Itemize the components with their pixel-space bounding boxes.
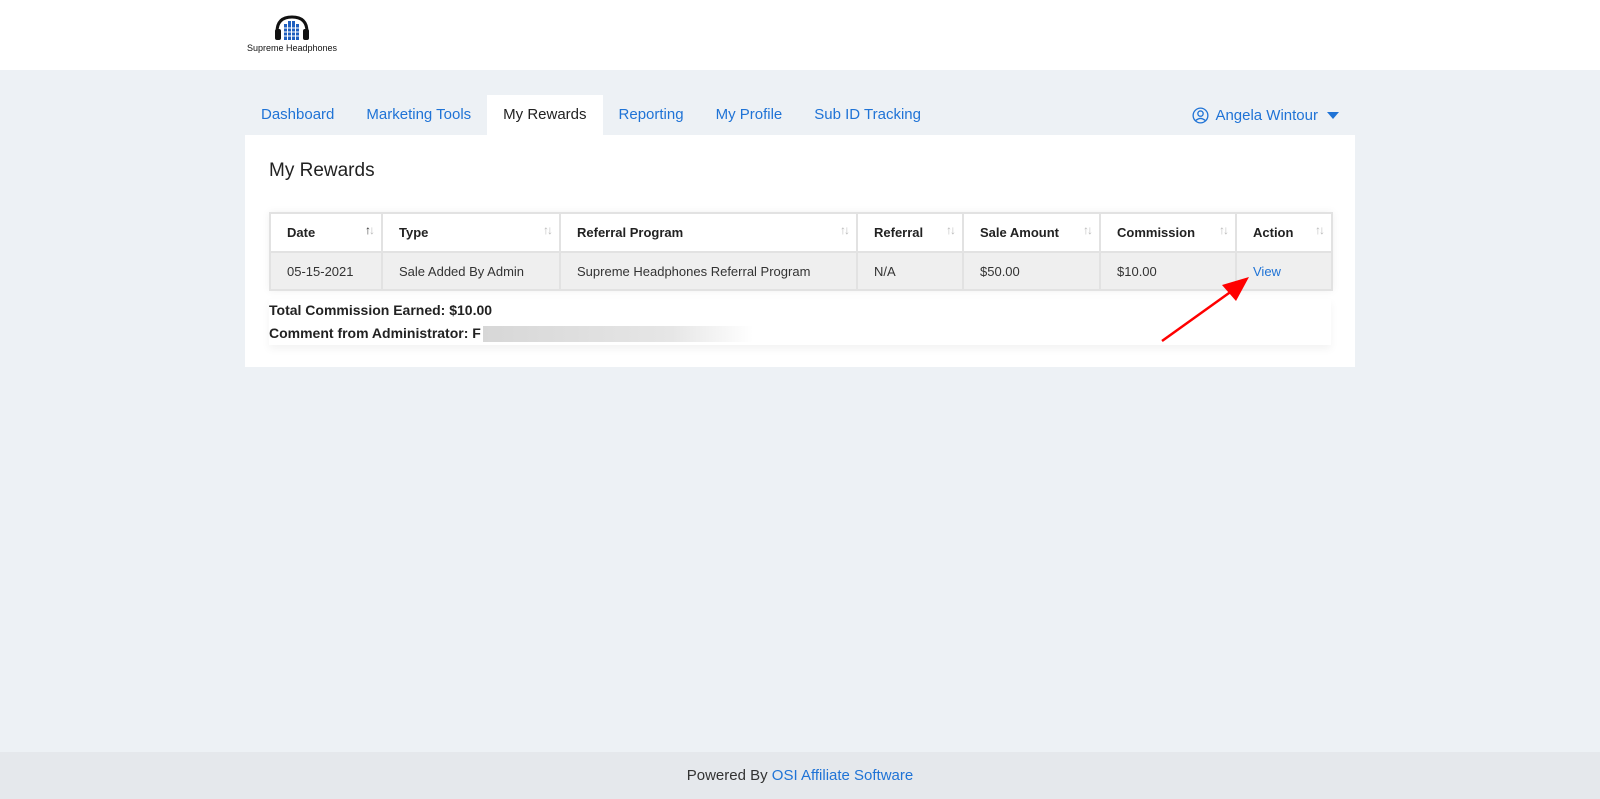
tab-sub-id-tracking[interactable]: Sub ID Tracking [798, 95, 937, 135]
sort-icon: ↑↓ [946, 223, 956, 237]
column-header-type[interactable]: Type ↑↓ [381, 212, 561, 253]
user-menu[interactable]: Angela Wintour [1192, 95, 1339, 135]
rewards-summary: Total Commission Earned: $10.00 Comment … [269, 299, 1331, 345]
redacted-text [482, 326, 753, 343]
cell-type: Sale Added By Admin [381, 251, 561, 291]
cell-action: View [1235, 251, 1333, 291]
footer-prefix: Powered By [686, 767, 768, 784]
tab-my-rewards[interactable]: My Rewards [487, 95, 603, 135]
main-nav-tabs: Dashboard Marketing Tools My Rewards Rep… [245, 95, 937, 135]
table-row: 05-15-2021 Sale Added By Admin Supreme H… [269, 251, 1333, 291]
footer: Powered By OSI Affiliate Software [0, 752, 1600, 799]
sort-icon: ↑↓ [1083, 223, 1093, 237]
column-header-sale-amount[interactable]: Sale Amount ↑↓ [962, 212, 1101, 253]
cell-referral-program: Supreme Headphones Referral Program [559, 251, 858, 291]
total-commission: Total Commission Earned: $10.00 [269, 299, 1331, 322]
admin-comment: Comment from Administrator: F [269, 322, 1331, 345]
headphones-logo-icon [275, 15, 309, 40]
column-label: Commission [1117, 225, 1196, 240]
rewards-panel: My Rewards Date ↑↓ Type ↑↓ Referral Progra… [245, 135, 1355, 367]
sort-icon: ↑↓ [840, 223, 850, 237]
footer-link[interactable]: OSI Affiliate Software [772, 767, 913, 784]
cell-commission: $10.00 [1099, 251, 1237, 291]
column-header-referral[interactable]: Referral ↑↓ [856, 212, 964, 253]
table-header-row: Date ↑↓ Type ↑↓ Referral Program ↑↓ Referra… [269, 212, 1333, 253]
column-label: Referral [874, 225, 924, 240]
tab-dashboard[interactable]: Dashboard [245, 95, 350, 135]
chevron-down-icon [1327, 111, 1339, 119]
tab-my-profile[interactable]: My Profile [700, 95, 799, 135]
column-header-date[interactable]: Date ↑↓ [269, 212, 383, 253]
cell-sale-amount: $50.00 [962, 251, 1101, 291]
column-label: Action [1253, 225, 1294, 240]
column-header-referral-program[interactable]: Referral Program ↑↓ [559, 212, 858, 253]
top-header: Supreme Headphones [0, 0, 1600, 70]
cell-referral: N/A [856, 251, 964, 291]
tab-reporting[interactable]: Reporting [603, 95, 700, 135]
admin-comment-label: Comment from Administrator: F [269, 325, 481, 341]
sort-icon: ↑↓ [543, 223, 553, 237]
rewards-table: Date ↑↓ Type ↑↓ Referral Program ↑↓ Referra… [269, 212, 1333, 291]
brand-name: Supreme Headphones [246, 43, 338, 53]
column-header-commission[interactable]: Commission ↑↓ [1099, 212, 1237, 253]
column-header-action[interactable]: Action ↑↓ [1235, 212, 1333, 253]
sort-icon: ↑↓ [1315, 223, 1325, 237]
user-name: Angela Wintour [1215, 106, 1318, 124]
sort-icon: ↑↓ [365, 223, 375, 237]
brand-logo[interactable]: Supreme Headphones [246, 14, 338, 58]
column-label: Sale Amount [980, 225, 1059, 240]
tab-marketing-tools[interactable]: Marketing Tools [350, 95, 487, 135]
cell-date: 05-15-2021 [269, 251, 383, 291]
view-link[interactable]: View [1253, 264, 1281, 279]
column-label: Type [399, 225, 429, 240]
sort-icon: ↑↓ [1219, 223, 1229, 237]
page-title: My Rewards [269, 160, 375, 181]
column-label: Referral Program [577, 225, 684, 240]
user-circle-icon [1192, 106, 1209, 124]
column-label: Date [287, 225, 316, 240]
